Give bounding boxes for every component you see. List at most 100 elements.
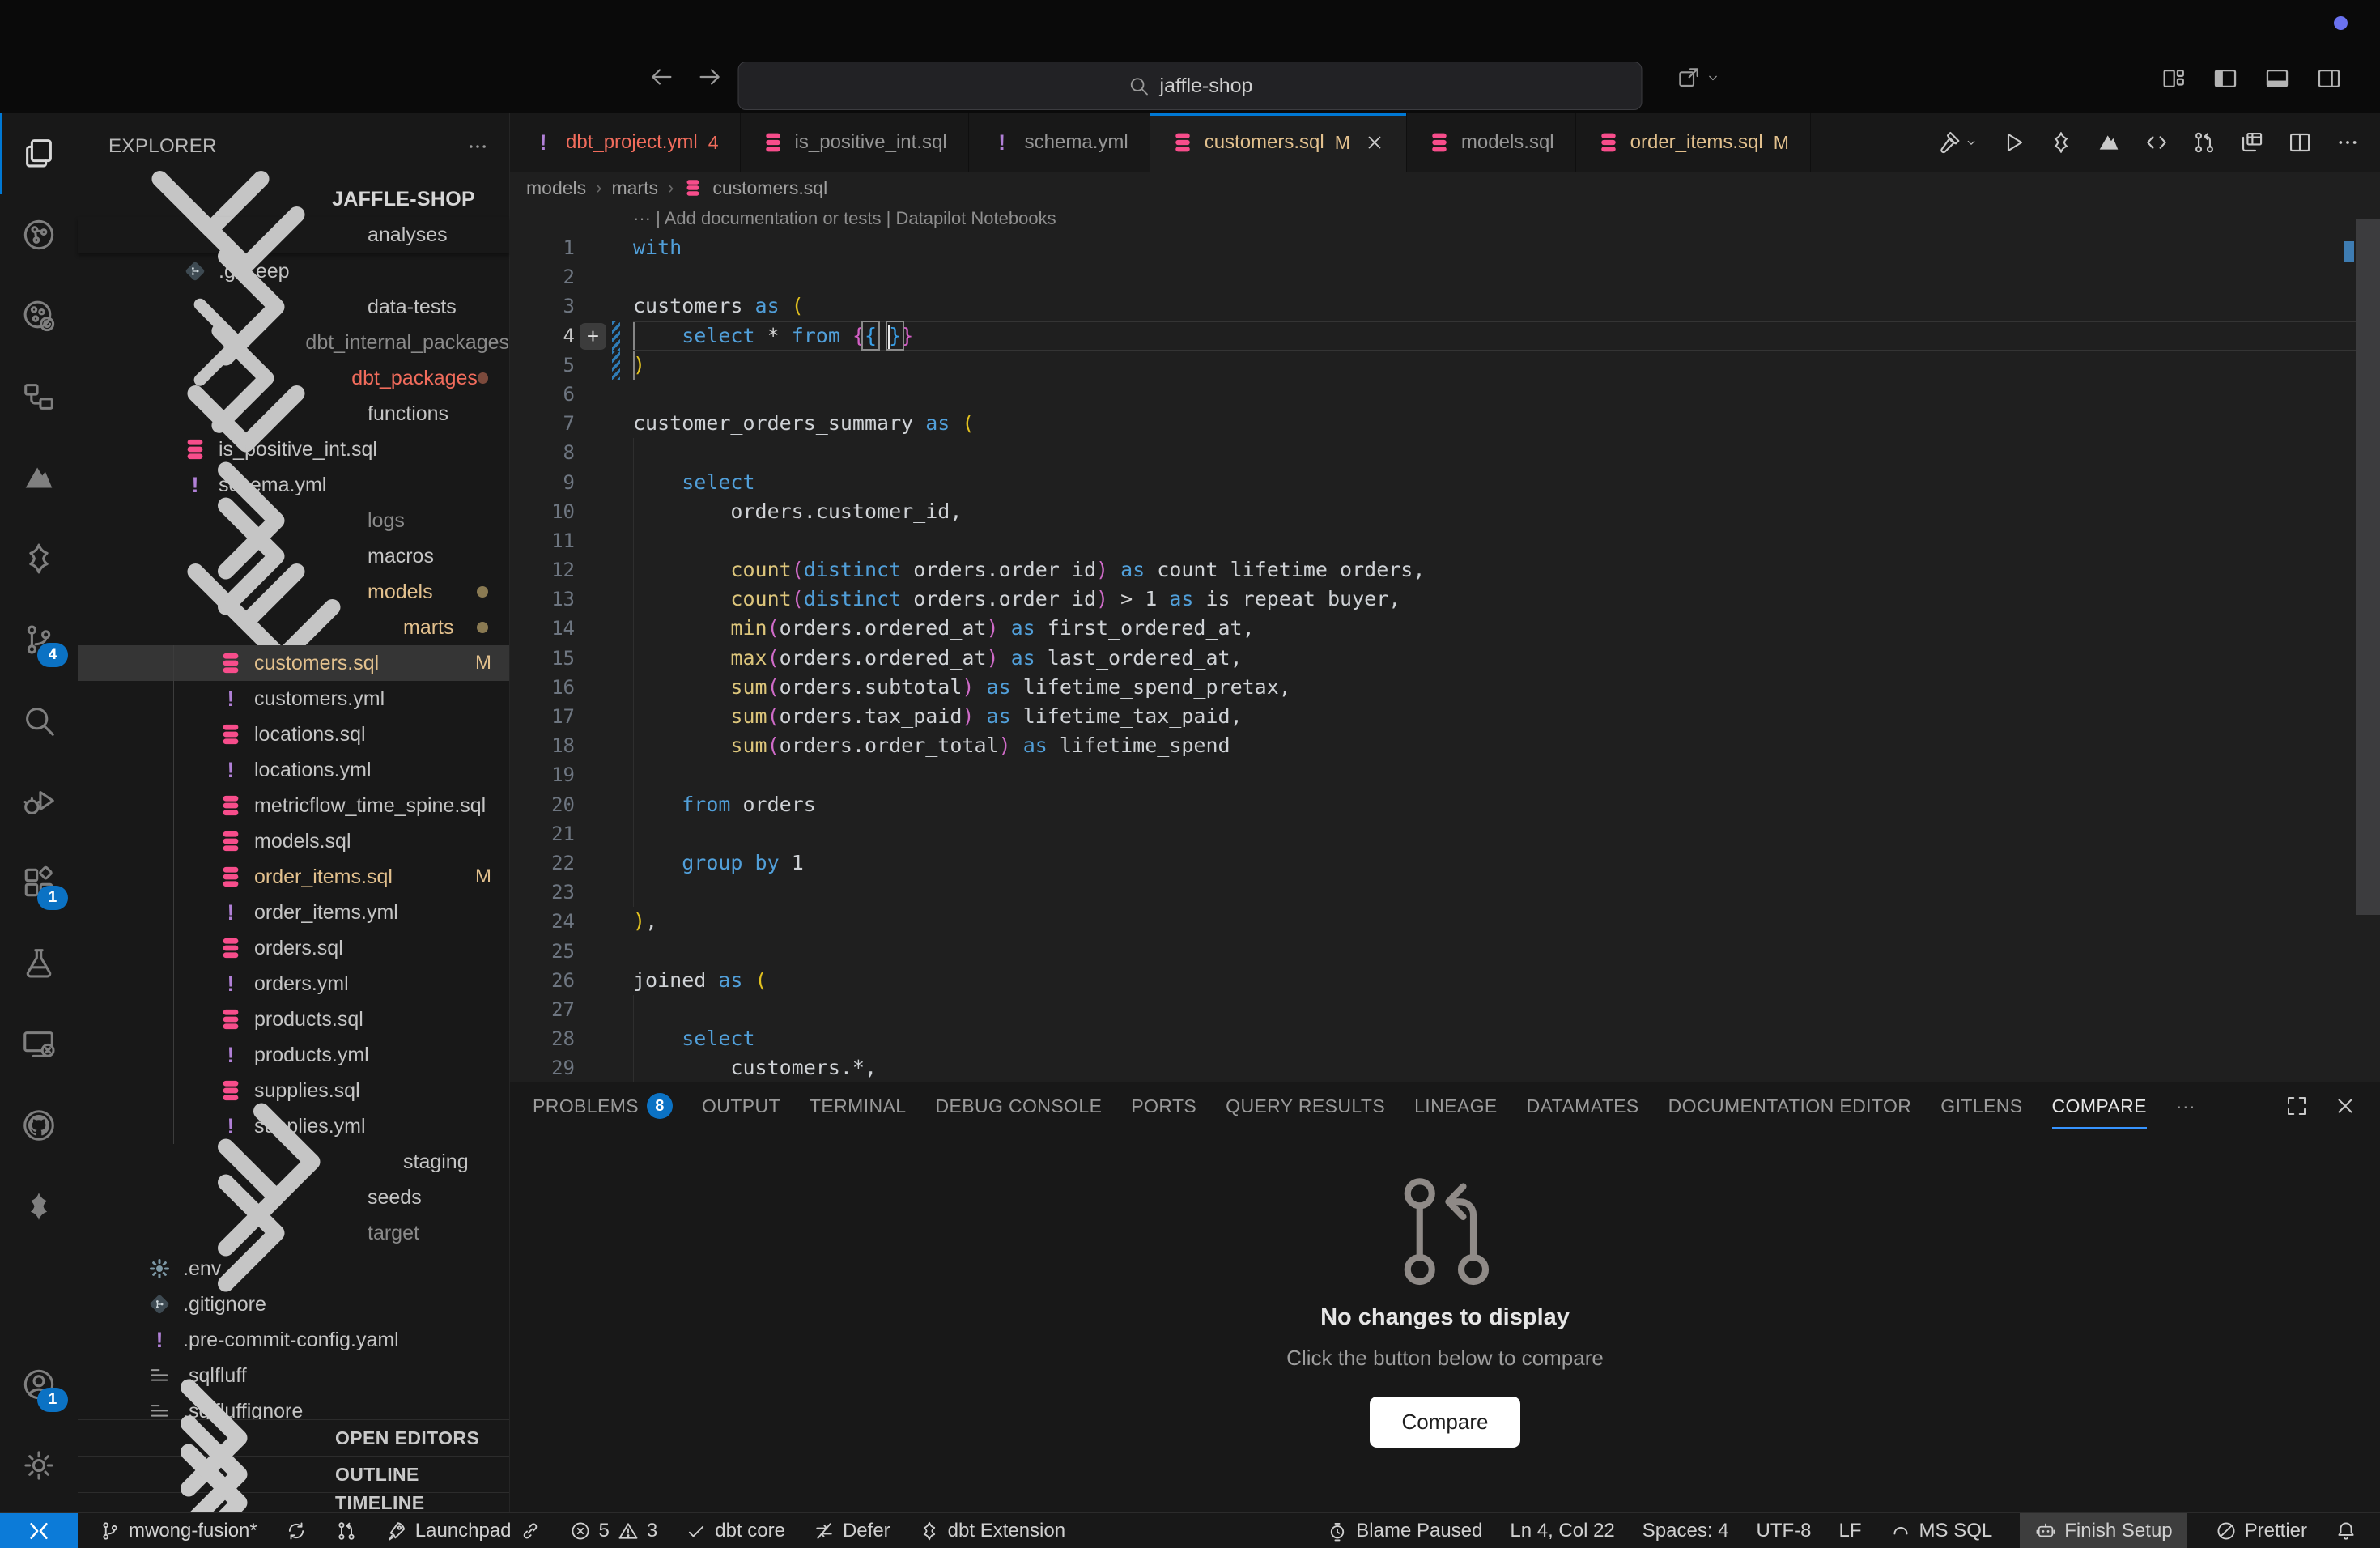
panel-tab-terminal[interactable]: TERMINAL [810, 1082, 907, 1129]
remote-indicator[interactable] [0, 1513, 78, 1548]
compare-button[interactable]: Compare [1370, 1397, 1521, 1448]
finish-setup[interactable]: Finish Setup [2020, 1513, 2187, 1548]
code-line-18[interactable]: 18 sum(orders.order_total) as lifetime_s… [510, 731, 2380, 760]
code-line-29[interactable]: 29 customers.*, [510, 1053, 2380, 1082]
activity-item-testing[interactable] [0, 923, 78, 1004]
code-line-24[interactable]: 24), [510, 907, 2380, 936]
tab-models-sql[interactable]: models.sql [1407, 113, 1576, 172]
git-compare-button-icon[interactable] [2191, 130, 2217, 155]
section-timeline[interactable]: TIMELINE [78, 1492, 509, 1512]
split-editor-button-icon[interactable] [2287, 130, 2313, 155]
activity-item-source-control-graph[interactable] [0, 194, 78, 275]
prettier-status[interactable]: Prettier [2215, 1513, 2307, 1548]
indentation[interactable]: Spaces: 4 [1643, 1513, 1729, 1548]
open-remote-button[interactable] [1676, 65, 1721, 91]
tree-item-locations-yml[interactable]: !locations.yml [78, 752, 509, 788]
code-line-10[interactable]: 10 orders.customer_id, [510, 497, 2380, 526]
code-line-6[interactable]: 6 [510, 380, 2380, 409]
tree-item-marts[interactable]: marts [78, 610, 509, 645]
code-line-28[interactable]: 28 select [510, 1024, 2380, 1053]
activity-item-dbt-power-user[interactable] [0, 518, 78, 599]
encoding[interactable]: UTF-8 [1757, 1513, 1812, 1548]
panel-tab-lineage[interactable]: LINEAGE [1414, 1082, 1498, 1129]
code-line-15[interactable]: 15 max(orders.ordered_at) as last_ordere… [510, 644, 2380, 673]
breadcrumb-item[interactable]: marts [611, 177, 658, 199]
maximize-panel-icon[interactable] [2284, 1094, 2309, 1118]
code-line-21[interactable]: 21 [510, 819, 2380, 848]
tree-item-customers-yml[interactable]: !customers.yml [78, 681, 509, 717]
defer-status[interactable]: Defer [813, 1513, 890, 1548]
activity-item-flow-view[interactable] [0, 356, 78, 437]
breadcrumb-item[interactable]: models [526, 177, 586, 199]
code-line-12[interactable]: 12 count(distinct orders.order_id) as co… [510, 555, 2380, 585]
code-line-4[interactable]: 4+ select * from {{ }} [510, 321, 2380, 351]
activity-item-dbt[interactable] [0, 1166, 78, 1247]
more-actions-button-icon[interactable] [2335, 130, 2361, 155]
code-line-13[interactable]: 13 count(distinct orders.order_id) > 1 a… [510, 585, 2380, 614]
panel-tab-documentation-editor[interactable]: DOCUMENTATION EDITOR [1668, 1082, 1912, 1129]
activity-item-source-control-graph-alt[interactable] [0, 275, 78, 356]
code-line-1[interactable]: 1with [510, 233, 2380, 262]
dbt-core-status[interactable]: dbt core [685, 1513, 785, 1548]
dbt-extension-status[interactable]: dbt Extension [918, 1513, 1065, 1548]
activity-item-run-and-debug[interactable] [0, 761, 78, 842]
code-line-8[interactable]: 8 [510, 438, 2380, 467]
code-line-23[interactable]: 23 [510, 878, 2380, 907]
customize-layout-icon[interactable] [2160, 65, 2187, 92]
activity-item-github[interactable] [0, 1085, 78, 1166]
tree-item-customers-sql[interactable]: customers.sqlM [78, 645, 509, 681]
language-mode[interactable]: MS SQL [1889, 1513, 1993, 1548]
activity-item-explorer[interactable] [0, 113, 78, 194]
graph-status[interactable] [335, 1513, 358, 1548]
problems-status[interactable]: 53 [569, 1513, 658, 1548]
blame-status[interactable]: Blame Paused [1326, 1513, 1482, 1548]
explorer-more-actions-icon[interactable] [465, 134, 490, 159]
tab-is-positive-int-sql[interactable]: is_positive_int.sql [741, 113, 969, 172]
activity-item-accounts[interactable]: 1 [0, 1344, 78, 1425]
tree-item-target[interactable]: target [78, 1215, 509, 1251]
code-line-5[interactable]: 5) [510, 351, 2380, 380]
tree-item-order-items-sql[interactable]: order_items.sqlM [78, 859, 509, 895]
code-line-20[interactable]: 20 from orders [510, 790, 2380, 819]
panel-tab-ports[interactable]: PORTS [1131, 1082, 1196, 1129]
panel-tab-problems[interactable]: PROBLEMS8 [533, 1082, 673, 1129]
query-results-button-icon[interactable] [2239, 130, 2265, 155]
toggle-secondary-sidebar-icon[interactable] [2315, 65, 2343, 92]
panel-tab-gitlens[interactable]: GITLENS [1940, 1082, 2022, 1129]
tree-item-models-sql[interactable]: models.sql [78, 823, 509, 859]
close-icon[interactable] [1364, 132, 1385, 153]
panel-tab-output[interactable]: OUTPUT [702, 1082, 780, 1129]
tree-item-locations-sql[interactable]: locations.sql [78, 717, 509, 752]
cursor-position[interactable]: Ln 4, Col 22 [1510, 1513, 1614, 1548]
tab-order-items-sql[interactable]: order_items.sqlM [1576, 113, 1811, 172]
close-panel-icon[interactable] [2333, 1094, 2357, 1118]
panel-tab-debug-console[interactable]: DEBUG CONSOLE [935, 1082, 1102, 1129]
code-line-16[interactable]: 16 sum(orders.subtotal) as lifetime_spen… [510, 673, 2380, 702]
code-line-7[interactable]: 7customer_orders_summary as ( [510, 409, 2380, 438]
code-line-2[interactable]: 2 [510, 262, 2380, 291]
dbt-actions-button-icon[interactable] [2048, 130, 2074, 155]
branch-status[interactable]: mwong-fusion* [99, 1513, 257, 1548]
tree-item-metricflow-time-spine-sql[interactable]: metricflow_time_spine.sql [78, 788, 509, 823]
tree-item-orders-yml[interactable]: !orders.yml [78, 966, 509, 1002]
panel-tab-query-results[interactable]: QUERY RESULTS [1226, 1082, 1385, 1129]
activity-item-remote-explorer[interactable] [0, 1004, 78, 1085]
code-editor[interactable]: ··· | Add documentation or tests | Datap… [510, 204, 2380, 1082]
notifications[interactable] [2335, 1513, 2357, 1548]
back-arrow-icon[interactable] [648, 63, 675, 91]
tree-item-order-items-yml[interactable]: !order_items.yml [78, 895, 509, 930]
code-line-9[interactable]: 9 select [510, 468, 2380, 497]
activity-item-search[interactable] [0, 680, 78, 761]
code-line-25[interactable]: 25 [510, 937, 2380, 966]
launchpad[interactable]: Launchpad [385, 1513, 542, 1548]
activity-item-settings[interactable] [0, 1425, 78, 1506]
toggle-panel-icon[interactable] [2263, 65, 2291, 92]
tree-item-products-sql[interactable]: products.sql [78, 1002, 509, 1037]
editor-scrollbar[interactable] [2344, 204, 2380, 1082]
tab-dbt-project-yml[interactable]: !dbt_project.yml4 [510, 113, 741, 172]
panel-tab-compare[interactable]: COMPARE [2052, 1082, 2147, 1129]
panel-tab-datamates[interactable]: DATAMATES [1527, 1082, 1639, 1129]
breadcrumb-item[interactable]: customers.sql [712, 177, 827, 199]
sync-status[interactable] [285, 1513, 308, 1548]
run-query-button-icon[interactable] [2000, 130, 2026, 155]
